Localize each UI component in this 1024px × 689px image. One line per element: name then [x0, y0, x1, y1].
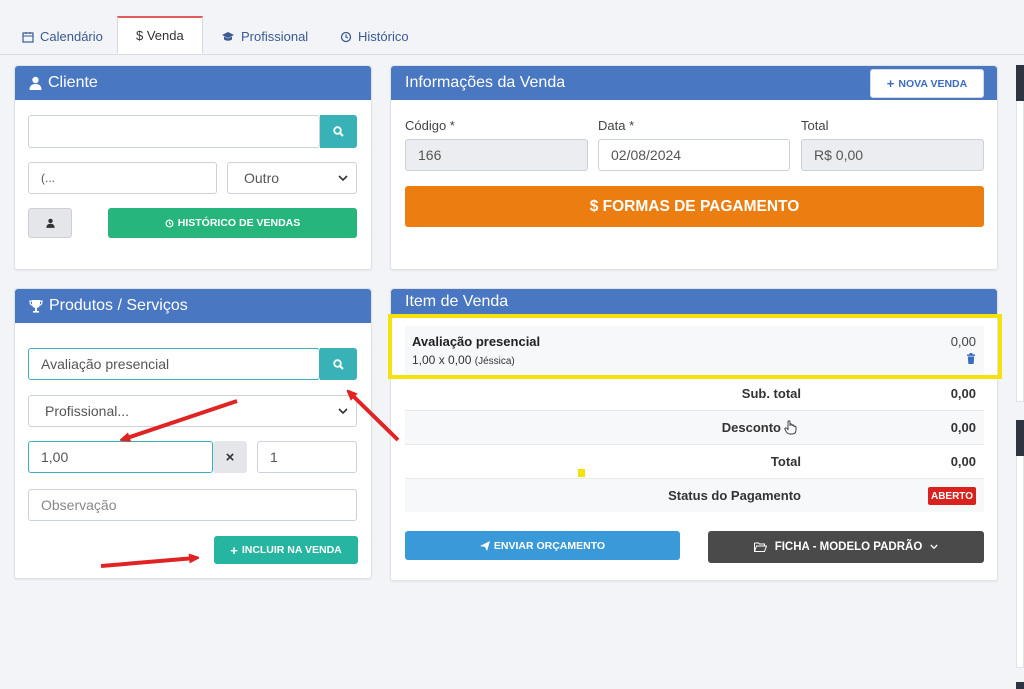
- ficha-modelo-button[interactable]: FICHA - MODELO PADRÃO: [708, 531, 984, 563]
- item-professional: (Jéssica): [474, 356, 515, 367]
- button-label: HISTÓRICO DE VENDAS: [177, 217, 301, 229]
- total-row-value: 0,00: [950, 454, 976, 469]
- graduation-cap-icon: [222, 31, 234, 41]
- button-label: NOVA VENDA: [898, 77, 968, 90]
- button-label: ENVIAR ORÇAMENTO: [493, 539, 606, 552]
- panel-title: Cliente: [48, 74, 98, 91]
- right-edge-panel: [1016, 420, 1024, 668]
- item-price: 0,00: [950, 334, 976, 349]
- right-edge-panel-header: [1016, 65, 1024, 101]
- input-placeholder: Observação: [41, 497, 117, 513]
- total-label: Total: [801, 118, 829, 133]
- tab-label: Histórico: [358, 29, 409, 44]
- input-value: 1,00: [41, 449, 69, 465]
- chevron-down-icon: [930, 544, 938, 550]
- calendar-icon: [22, 31, 34, 43]
- tab-calendario[interactable]: Calendário: [10, 18, 115, 55]
- history-icon: [165, 219, 174, 227]
- observacao-input[interactable]: Observação: [28, 489, 357, 521]
- input-value: 1: [270, 449, 278, 465]
- yellow-mark: [578, 469, 585, 477]
- right-edge-panel: [1016, 65, 1024, 402]
- multiply-icon: ×: [213, 441, 247, 473]
- input-value: (...: [41, 171, 55, 185]
- panel-title: Informações da Venda: [405, 74, 566, 91]
- incluir-na-venda-button[interactable]: + INCLUIR NA VENDA: [214, 536, 358, 564]
- history-icon: [340, 31, 352, 42]
- hand-pointer-icon[interactable]: [784, 420, 797, 435]
- quantidade-input[interactable]: 1,00: [28, 441, 213, 473]
- panel-title: Item de Venda: [405, 293, 509, 310]
- input-value: 166: [418, 147, 442, 163]
- subtotal-label: Sub. total: [741, 386, 801, 401]
- status-badge: ABERTO: [928, 487, 976, 505]
- status-label: Status do Pagamento: [668, 488, 801, 503]
- row-divider: [405, 410, 984, 411]
- item-qty-price: 1,00 x 0,00: [412, 353, 472, 367]
- trash-icon[interactable]: [966, 353, 976, 364]
- historico-vendas-button[interactable]: HISTÓRICO DE VENDAS: [108, 208, 357, 238]
- select-value: Outro: [244, 170, 280, 186]
- plus-icon: +: [886, 76, 895, 91]
- folder-open-icon: [753, 542, 767, 552]
- search-icon: [333, 358, 344, 370]
- panel-title: Produtos / Serviços: [49, 297, 188, 314]
- cliente-header: Cliente: [15, 66, 371, 100]
- cliente-phone-input[interactable]: (...: [28, 162, 217, 194]
- desconto-label[interactable]: Desconto: [600, 420, 781, 435]
- item-venda-header: Item de Venda: [391, 289, 997, 315]
- cliente-type-select[interactable]: Outro: [227, 162, 357, 194]
- item-name: Avaliação presencial: [412, 334, 541, 349]
- codigo-input: 166: [405, 139, 588, 171]
- select-placeholder: Profissional...: [45, 403, 130, 419]
- data-input[interactable]: 02/08/2024: [598, 139, 790, 171]
- row-divider: [405, 478, 984, 479]
- subtotal-value: 0,00: [950, 386, 976, 401]
- produto-search-button[interactable]: [320, 348, 357, 380]
- input-value: 02/08/2024: [611, 147, 682, 163]
- button-label: INCLUIR NA VENDA: [241, 544, 342, 556]
- user-icon: [29, 76, 42, 90]
- cliente-search-button[interactable]: [320, 115, 357, 148]
- tab-label: Profissional: [241, 29, 309, 44]
- cliente-name-input[interactable]: [28, 115, 320, 148]
- chevron-down-icon: [338, 174, 348, 181]
- times-symbol: ×: [225, 448, 235, 466]
- produtos-header: Produtos / Serviços: [15, 289, 371, 323]
- tab-historico[interactable]: Histórico: [328, 18, 421, 55]
- tab-bar: Calendário $ Venda Profissional Históric…: [0, 0, 1024, 55]
- total-input: R$ 0,00: [801, 139, 984, 171]
- paper-plane-icon: [479, 540, 490, 551]
- input-value: Avaliação presencial: [41, 356, 170, 372]
- search-icon: [333, 126, 344, 137]
- trophy-icon: [29, 300, 43, 313]
- plus-icon: +: [230, 542, 238, 558]
- chevron-down-icon: [338, 407, 348, 414]
- multiplicador-input[interactable]: 1: [257, 441, 357, 473]
- formas-pagamento-button[interactable]: $ FORMAS DE PAGAMENTO: [405, 186, 984, 227]
- tab-venda[interactable]: $ Venda: [117, 16, 203, 54]
- item-detail: 1,00 x 0,00 (Jéssica): [412, 353, 515, 367]
- total-row-label: Total: [770, 454, 801, 469]
- profissional-select[interactable]: Profissional...: [28, 395, 357, 427]
- user-icon: [45, 218, 55, 228]
- nova-venda-button[interactable]: + NOVA VENDA: [870, 69, 984, 98]
- button-label: FICHA - MODELO PADRÃO: [774, 541, 923, 553]
- desconto-value: 0,00: [950, 420, 976, 435]
- cliente-profile-button[interactable]: [28, 208, 72, 238]
- tab-label: Calendário: [40, 29, 103, 44]
- right-edge-panel-header: [1016, 682, 1024, 689]
- button-label: $ FORMAS DE PAGAMENTO: [589, 197, 800, 215]
- codigo-label: Código *: [405, 118, 455, 133]
- input-value: R$ 0,00: [814, 147, 864, 163]
- tab-label: $ Venda: [136, 28, 184, 43]
- produto-input[interactable]: Avaliação presencial: [28, 348, 320, 380]
- data-label: Data *: [598, 118, 635, 133]
- tab-profissional[interactable]: Profissional: [209, 18, 320, 55]
- right-edge-panel-header: [1016, 420, 1024, 456]
- enviar-orcamento-button[interactable]: ENVIAR ORÇAMENTO: [405, 531, 680, 560]
- row-divider: [405, 444, 984, 445]
